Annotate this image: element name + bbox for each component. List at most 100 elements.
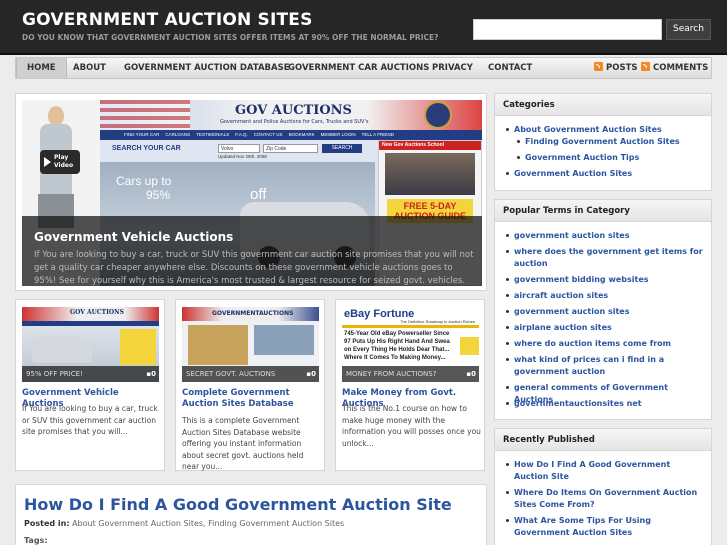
thumb-line: 97 Puts Up His Right Hand And Swea (344, 339, 450, 345)
category-link[interactable]: Government Auction Tips (516, 152, 639, 164)
thumb-logo: GOV AUCTIONS (70, 309, 124, 316)
posted-in-label: Posted in: (24, 519, 70, 528)
thumb-logo: GOVERNMENTAUCTIONS (212, 310, 294, 317)
menu-item: BOOKMARK (288, 132, 315, 137)
card-caption-text: SECRET GOVT. AUCTIONS (186, 370, 276, 378)
popular-term-link[interactable]: aircraft auction sites (506, 290, 704, 302)
post-meta: Posted in: About Government Auction Site… (24, 519, 344, 528)
card-thumbnail[interactable]: GOV AUCTIONS 95% OFF PRICE! ▪0 (22, 307, 159, 382)
banner-tagline: Government and Police Auctions for Cars,… (220, 119, 369, 125)
category-link[interactable]: About Government Auction Sites (506, 124, 662, 136)
widget-title: Categories (495, 94, 711, 116)
featured-title[interactable]: Government Vehicle Auctions (34, 230, 233, 244)
category-link[interactable]: Finding Government Auction Sites (517, 136, 680, 148)
flag-stripes (100, 100, 190, 130)
car-search-bar: SEARCH YOUR CAR Volvo Zip Code SEARCH Up… (100, 140, 375, 162)
rss-icon (594, 62, 603, 71)
comment-count-value: 0 (471, 370, 476, 378)
comment-count[interactable]: ▪0 (306, 366, 316, 382)
nav-government-car-auctions[interactable]: GOVERNMENT CAR AUCTIONS (288, 58, 429, 78)
nav-contact[interactable]: CONTACT (488, 58, 532, 78)
search-input[interactable] (473, 19, 662, 40)
recent-post-link[interactable]: Where Do Items On Government Auction Sit… (506, 487, 704, 511)
featured-slider: Play Video GOV AUCTIONS Government and P… (15, 93, 487, 291)
thumb-stripe (342, 325, 479, 328)
posts-feed-label: POSTS (606, 63, 638, 73)
post-title[interactable]: How Do I Find A Good Government Auction … (24, 495, 452, 514)
popular-term-link[interactable]: government auction sites (506, 306, 704, 318)
posts-feed-link[interactable]: POSTS (594, 58, 638, 78)
popular-terms-widget: Popular Terms in Category government auc… (494, 199, 712, 420)
post-categories[interactable]: About Government Auction Sites, Finding … (72, 519, 344, 528)
popular-term-link[interactable]: airplane auction sites (506, 322, 704, 334)
card-caption-text: 95% OFF PRICE! (26, 370, 83, 378)
post-entry: How Do I Find A Good Government Auction … (15, 484, 487, 545)
categories-widget: Categories About Government Auction Site… (494, 93, 712, 191)
popular-term-link[interactable]: where do auction items come from (506, 338, 704, 350)
nav-privacy[interactable]: PRIVACY (432, 58, 473, 78)
card-thumbnail[interactable]: eBay Fortune The Definitive Roadmap to A… (342, 307, 479, 382)
card-caption: SECRET GOVT. AUCTIONS ▪0 (182, 366, 319, 382)
menu-item: CARLOANS (165, 132, 191, 137)
featured-caption: Government Vehicle Auctions If You are l… (22, 216, 482, 286)
percent-text: 95% (146, 188, 171, 202)
thumb-menu-bar (22, 321, 159, 326)
card-thumbnail[interactable]: GOVERNMENTAUCTIONS SECRET GOVT. AUCTIONS… (182, 307, 319, 382)
popular-term-link[interactable]: government bidding websites (506, 274, 704, 286)
banner-menu: FIND YOUR CAR CARLOANS TESTIMONIALS F.A.Q. C… (100, 130, 482, 140)
nav-government-auction-database[interactable]: GOVERNMENT AUCTION DATABASE (124, 58, 290, 78)
search-car-label: SEARCH YOUR CAR (112, 145, 181, 152)
site-title[interactable]: GOVERNMENT AUCTION SITES (22, 10, 313, 30)
play-video-button[interactable]: Play Video (40, 150, 80, 174)
recent-post-link[interactable]: How Do I Find A Good Government Auction … (506, 459, 704, 483)
category-link[interactable]: Government Auction Sites (505, 168, 632, 180)
car-make-select: Volvo (218, 144, 260, 153)
nav-home[interactable]: HOME (16, 58, 67, 78)
eagle-seal-icon (424, 101, 452, 129)
widget-title: Recently Published (495, 429, 711, 451)
comment-count-value: 0 (311, 370, 316, 378)
menu-item: MEMBER LOGIN (320, 132, 356, 137)
comment-count[interactable]: ▪0 (146, 366, 156, 382)
site-header: GOVERNMENT AUCTION SITES DO YOU KNOW THA… (0, 0, 727, 55)
thumb-line: 745-Year Old eBay Powerseller Since (344, 331, 450, 337)
nav-about[interactable]: ABOUT (73, 58, 106, 78)
popular-term-link[interactable]: governmentauctionsites net (506, 398, 704, 410)
rss-icon (641, 62, 650, 71)
popular-term-link[interactable]: what kind of prices can i find in a gove… (506, 354, 704, 378)
main-nav: HOME ABOUT GOVERNMENT AUCTION DATABASE G… (15, 57, 712, 79)
banner-logo: GOV AUCTIONS (235, 103, 352, 118)
thumb-line: Where It Comes To Making Money... (344, 355, 446, 361)
widget-title: Popular Terms in Category (495, 200, 711, 222)
popular-term-link[interactable]: where does the government get items for … (506, 246, 704, 270)
search-button[interactable]: Search (666, 19, 711, 40)
card-caption: MONEY FROM AUCTIONS? ▪0 (342, 366, 479, 382)
zip-code-field: Zip Code (263, 144, 318, 153)
card-caption: 95% OFF PRICE! ▪0 (22, 366, 159, 382)
recent-post-link[interactable]: What Are Some Tips For Using Government … (506, 515, 704, 539)
school-title: New Gov Auctions School (379, 141, 481, 150)
thumb-line: on Every Thing He Holds Dear That... (344, 347, 450, 353)
thumb-content (188, 325, 248, 365)
thumb-highlight (460, 337, 479, 355)
menu-item: F.A.Q. (235, 132, 248, 137)
thumb-car (32, 337, 92, 363)
popular-term-link[interactable]: government auction sites (506, 230, 704, 242)
post-tags-label: Tags: (24, 536, 48, 545)
menu-item: TESTIMONIALS (196, 132, 230, 137)
people-photo (385, 153, 475, 195)
play-icon (44, 157, 51, 167)
comment-count[interactable]: ▪0 (466, 366, 476, 382)
card-caption-text: MONEY FROM AUCTIONS? (346, 370, 437, 378)
post-card: eBay Fortune The Definitive Roadmap to A… (335, 299, 485, 471)
menu-item: CONTACT US (253, 132, 283, 137)
comments-feed-link[interactable]: COMMENTS (641, 58, 708, 78)
thumb-side-promo (120, 329, 156, 365)
comments-feed-label: COMMENTS (653, 63, 709, 73)
post-card: GOVERNMENTAUCTIONS SECRET GOVT. AUCTIONS… (175, 299, 325, 471)
site-description: DO YOU KNOW THAT GOVERNMENT AUCTION SITE… (22, 33, 439, 42)
menu-item: FIND YOUR CAR (124, 132, 160, 137)
thumb-photo (254, 325, 314, 355)
card-title[interactable]: Complete Government Auction Sites Databa… (182, 388, 322, 410)
card-excerpt: This is the No.1 course on how to make h… (342, 404, 481, 448)
